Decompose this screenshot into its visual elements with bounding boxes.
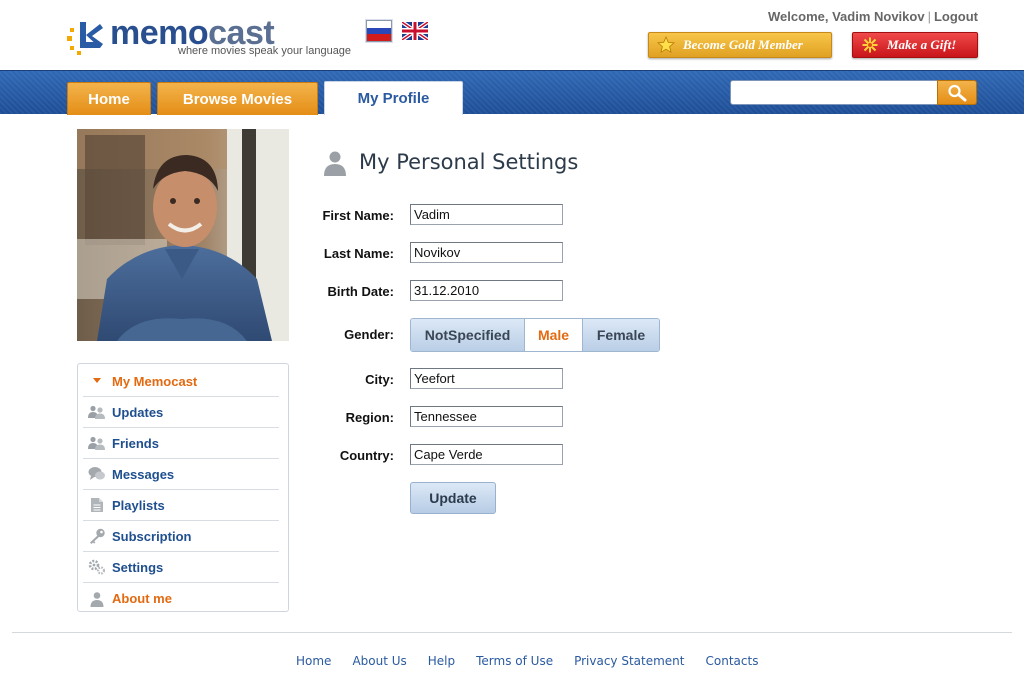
footer-link-terms-of-use[interactable]: Terms of Use <box>476 654 553 668</box>
sidebar-item-label: Playlists <box>112 497 165 513</box>
sidebar-item-about-me[interactable]: About me <box>83 583 279 614</box>
logo-mark-icon <box>67 22 103 55</box>
footer-divider <box>12 632 1012 633</box>
sidebar-item-label: Settings <box>112 559 164 575</box>
footer-link-contacts[interactable]: Contacts <box>706 654 759 668</box>
page-title: My Personal Settings <box>359 150 579 174</box>
first-name-label: First Name: <box>322 208 394 223</box>
speech-bubbles-icon <box>87 466 107 482</box>
city-field[interactable] <box>410 368 563 389</box>
sidebar-item-playlists[interactable]: Playlists <box>83 490 279 521</box>
sidebar-item-label: Friends <box>112 435 159 451</box>
sidebar-item-label: My Memocast <box>112 373 198 389</box>
gears-icon <box>87 559 107 575</box>
first-name-field[interactable] <box>410 204 563 225</box>
region-label: Region: <box>345 410 394 425</box>
russian-flag-icon[interactable] <box>366 20 392 42</box>
gender-label: Gender: <box>344 327 394 342</box>
footer-links: Home About Us Help Terms of Use Privacy … <box>296 654 779 668</box>
users-icon <box>87 435 107 451</box>
profile-photo <box>77 129 289 341</box>
logo-tagline: where movies speak your language <box>178 45 352 57</box>
sidebar-item-label: About me <box>112 591 172 606</box>
search-button[interactable] <box>937 80 977 105</box>
become-gold-member-button[interactable]: Become Gold Member <box>648 32 832 58</box>
gender-selector: NotSpecified Male Female <box>410 318 660 352</box>
city-label: City: <box>365 372 394 387</box>
search-icon <box>948 84 967 101</box>
gender-option-male[interactable]: Male <box>524 319 582 351</box>
footer-link-about-us[interactable]: About Us <box>352 654 406 668</box>
gender-option-notspecified[interactable]: NotSpecified <box>411 319 524 351</box>
sidebar-item-subscription[interactable]: Subscription <box>83 521 279 552</box>
search-input[interactable] <box>730 80 938 105</box>
sidebar-item-friends[interactable]: Friends <box>83 428 279 459</box>
memocast-logo[interactable]: memocast where movies speak your languag… <box>66 16 356 60</box>
welcome-text: Welcome, Vadim Novikov <box>768 9 925 24</box>
star-icon <box>657 36 675 54</box>
country-label: Country: <box>339 448 394 463</box>
logout-link[interactable]: Logout <box>934 9 978 24</box>
gift-flower-icon <box>861 36 879 54</box>
tab-my-profile[interactable]: My Profile <box>324 81 463 115</box>
birth-date-field[interactable] <box>410 280 563 301</box>
footer-link-help[interactable]: Help <box>428 654 455 668</box>
users-icon <box>87 404 107 420</box>
tab-home[interactable]: Home <box>67 82 151 115</box>
separator: | <box>927 9 931 24</box>
footer-link-privacy-statement[interactable]: Privacy Statement <box>574 654 684 668</box>
sidebar-item-updates[interactable]: Updates <box>83 397 279 428</box>
sidebar-item-label: Messages <box>112 466 175 482</box>
sidebar-item-my-memocast[interactable]: My Memocast <box>83 366 279 397</box>
uk-flag-icon[interactable] <box>402 22 428 40</box>
welcome-bar: Welcome, Vadim Novikov | Logout <box>768 9 978 24</box>
sidebar-item-label: Subscription <box>112 528 192 544</box>
sidebar-item-settings[interactable]: Settings <box>83 552 279 583</box>
footer-link-home[interactable]: Home <box>296 654 331 668</box>
gold-button-label: Become Gold Member <box>683 37 803 52</box>
user-icon <box>324 151 346 176</box>
profile-sidebar-menu: My Memocast Updates Friends Messages Pla… <box>77 363 289 612</box>
update-button[interactable]: Update <box>410 482 496 514</box>
sidebar-item-messages[interactable]: Messages <box>83 459 279 490</box>
birth-date-label: Birth Date: <box>327 284 394 299</box>
triangle-down-icon <box>87 373 107 389</box>
tab-browse-movies[interactable]: Browse Movies <box>157 82 318 115</box>
sidebar-item-label: Updates <box>112 404 164 420</box>
make-a-gift-button[interactable]: Make a Gift! <box>852 32 978 58</box>
last-name-field[interactable] <box>410 242 563 263</box>
gift-button-label: Make a Gift! <box>887 37 957 52</box>
user-icon <box>87 591 107 607</box>
region-field[interactable] <box>410 406 563 427</box>
gender-option-female[interactable]: Female <box>582 319 659 351</box>
country-field[interactable] <box>410 444 563 465</box>
last-name-label: Last Name: <box>323 246 394 261</box>
document-icon <box>87 497 107 513</box>
key-icon <box>87 528 107 544</box>
